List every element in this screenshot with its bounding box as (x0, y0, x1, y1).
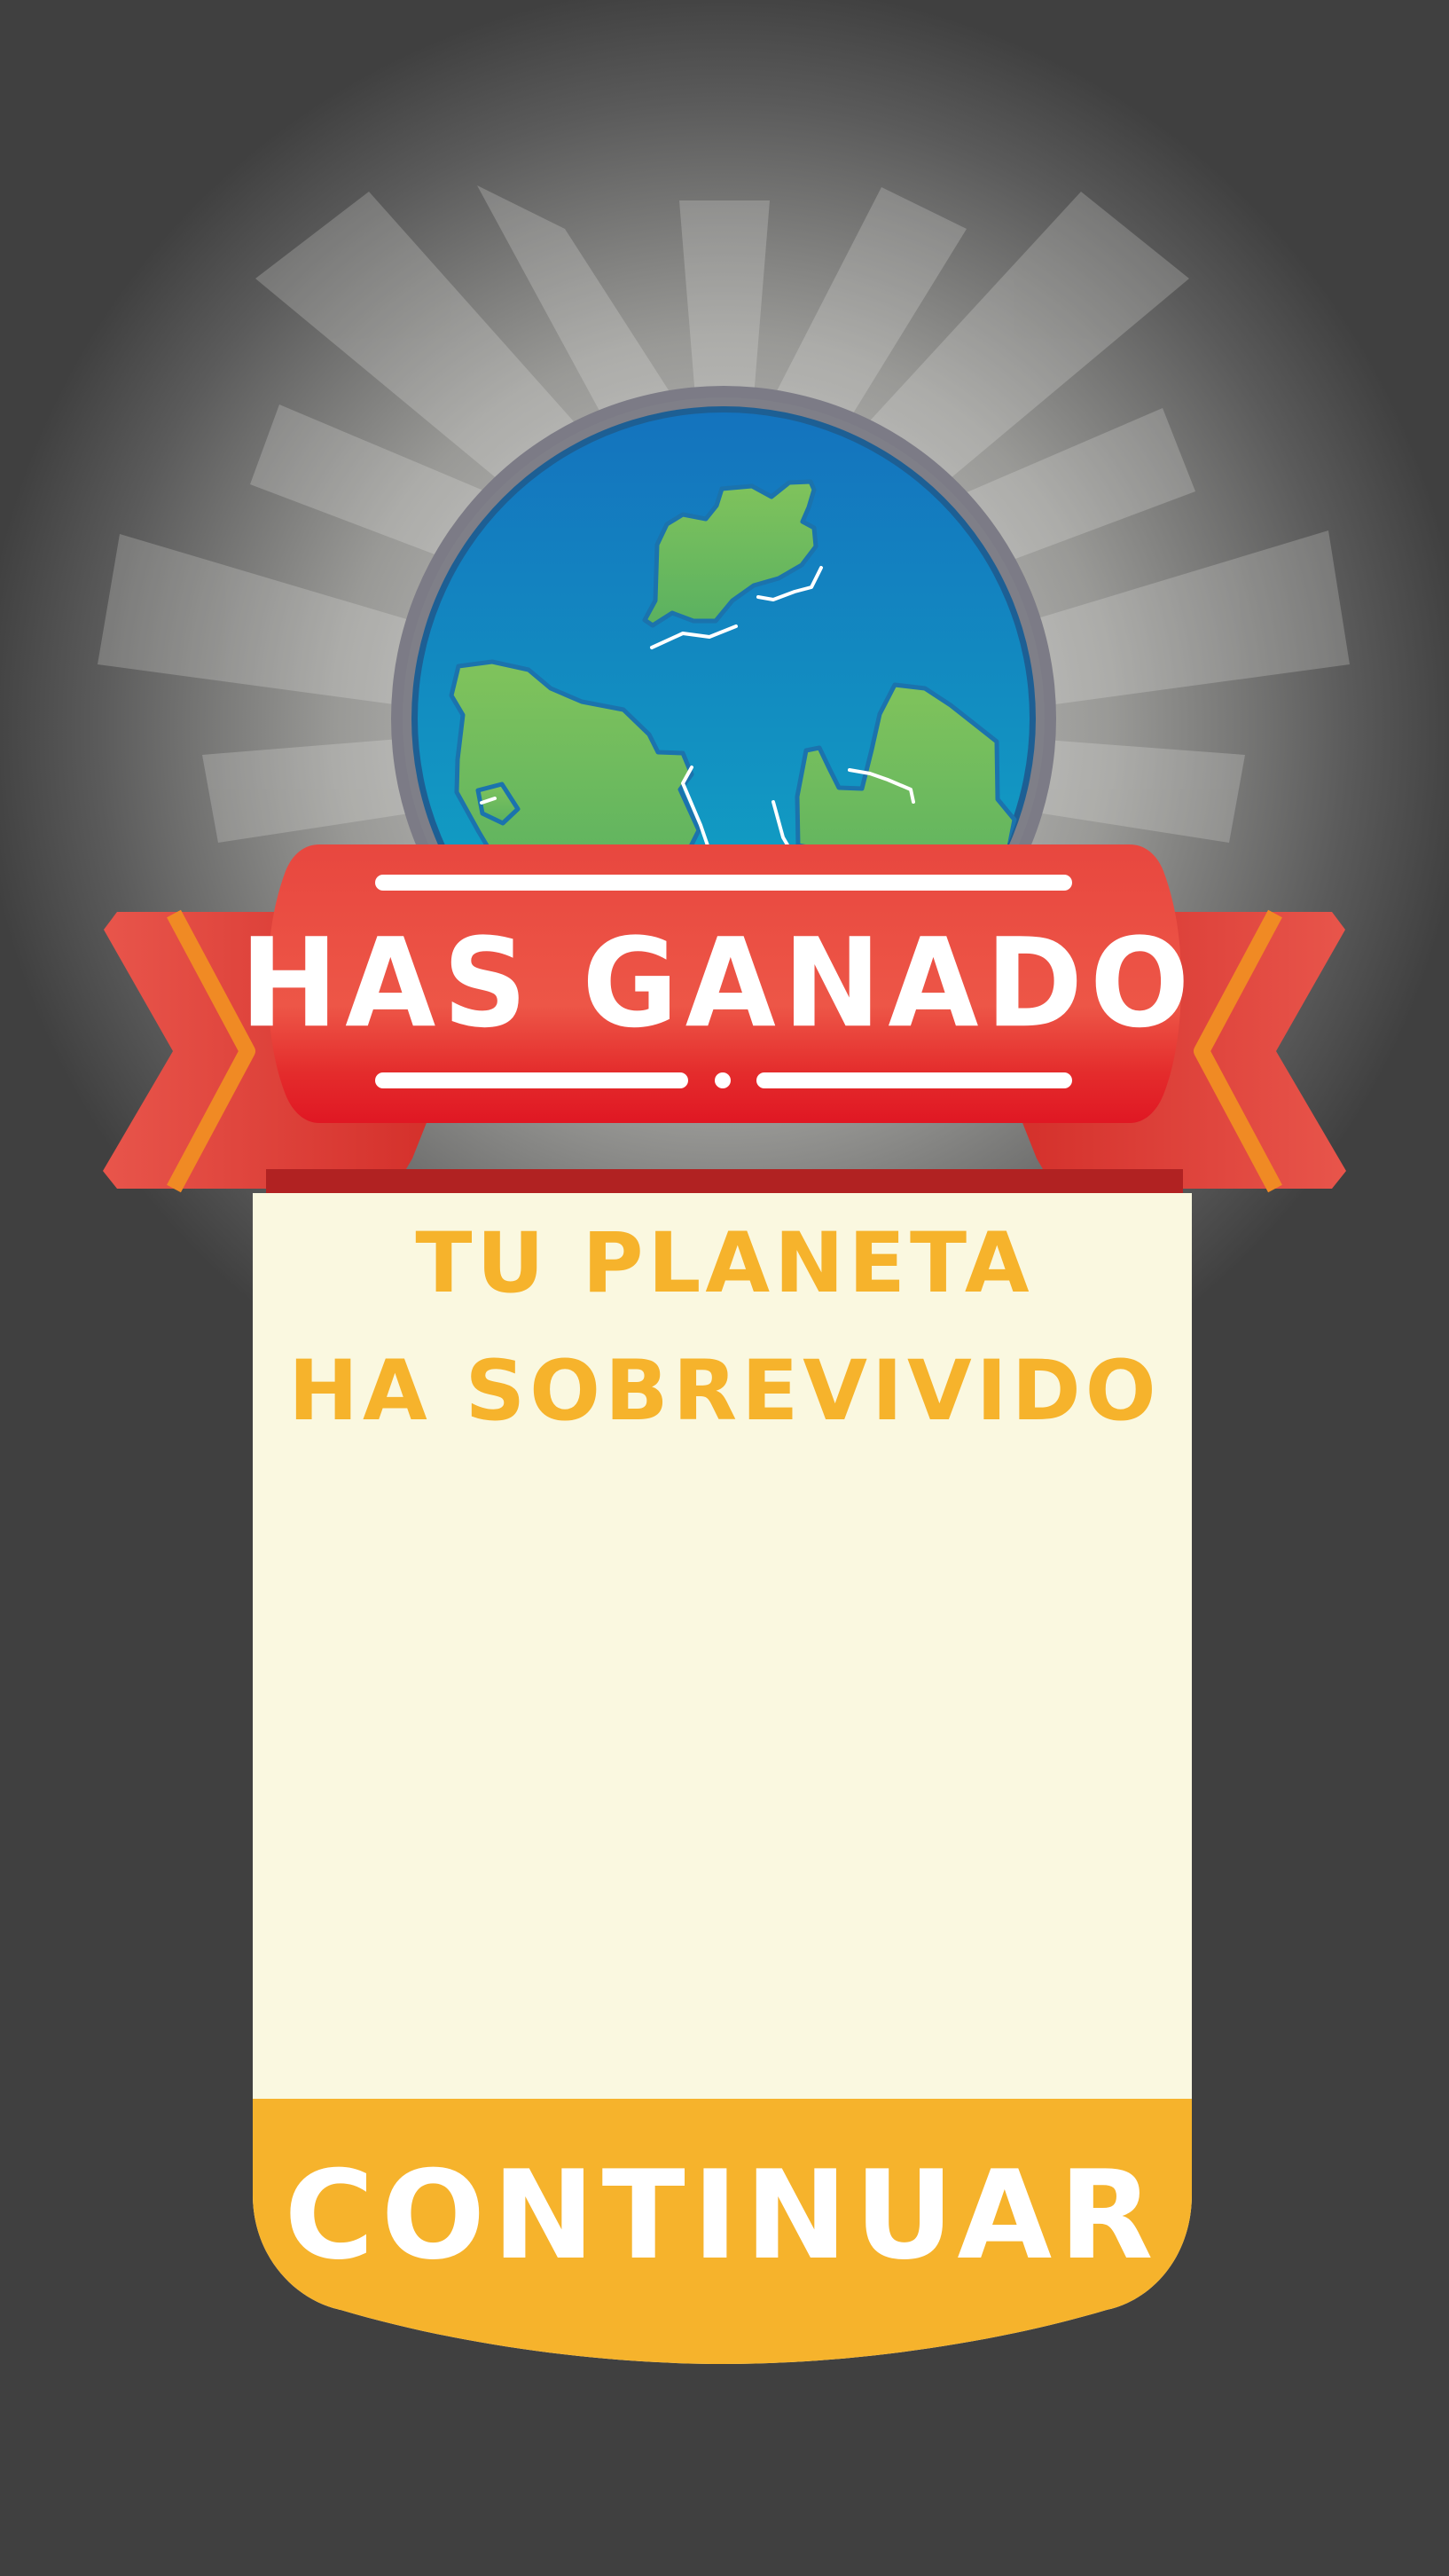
victory-title: HAS GANADO (239, 912, 1197, 1056)
victory-screen: HAS GANADO TU PLANETA HA SOBREVIVIDO CON… (0, 0, 1449, 2576)
survival-message-line-1: TU PLANETA (415, 1215, 1034, 1312)
survival-message-line-2: HA SOBREVIVIDO (288, 1343, 1161, 1440)
continue-button[interactable] (253, 2099, 1192, 2365)
